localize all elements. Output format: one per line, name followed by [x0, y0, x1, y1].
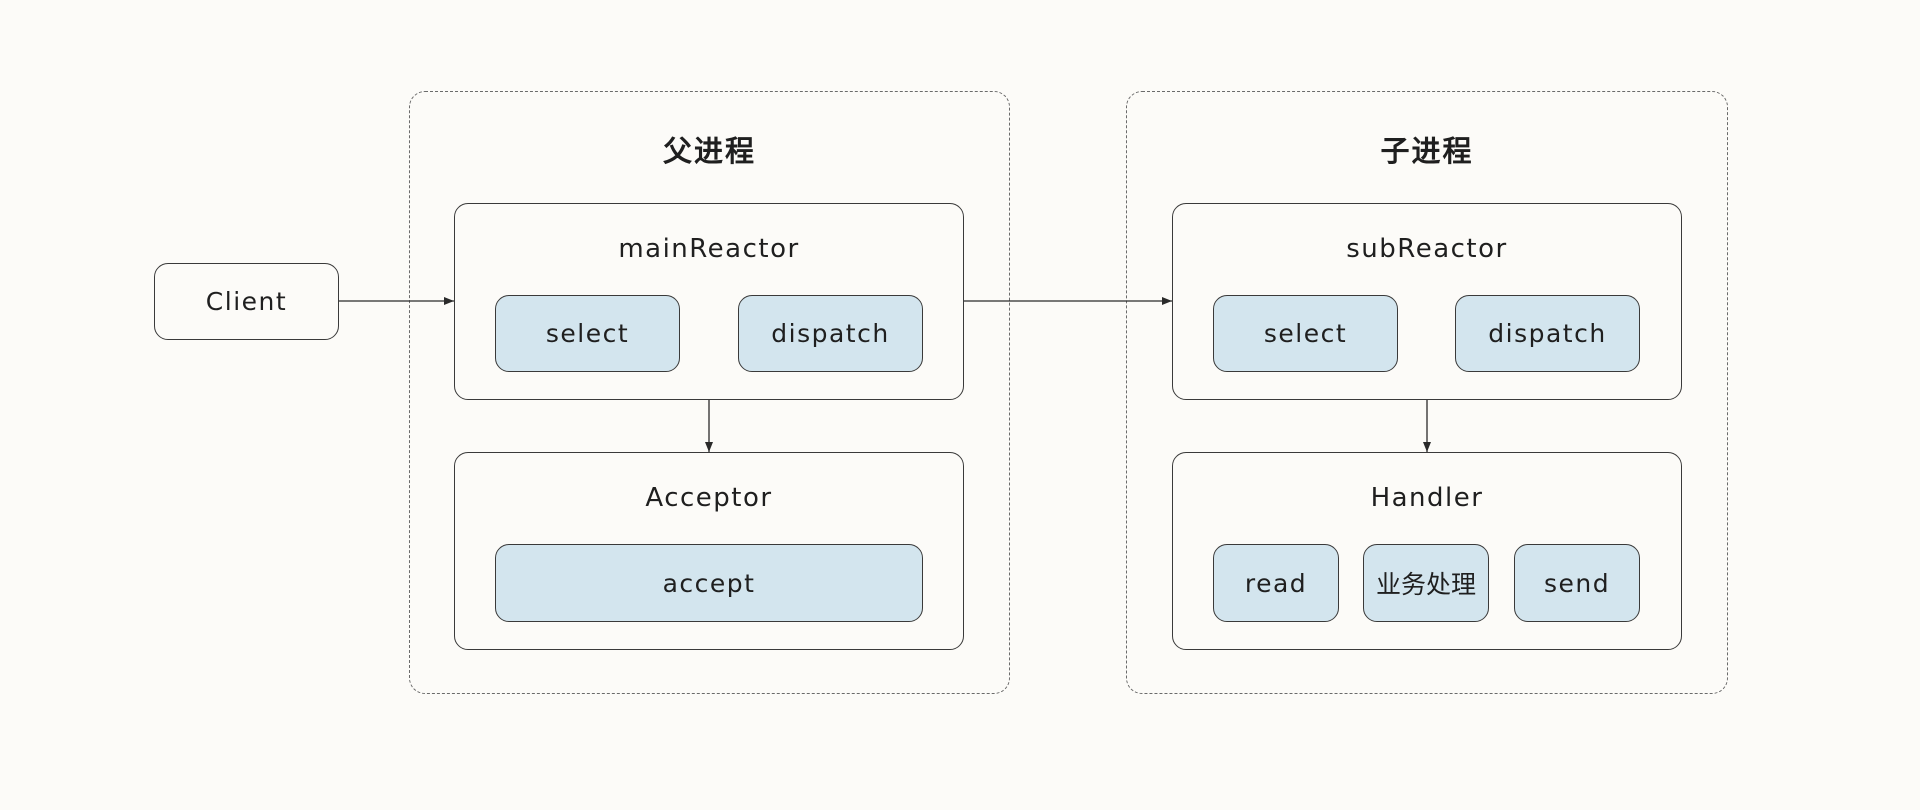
- connector-arrows: [339, 297, 1431, 452]
